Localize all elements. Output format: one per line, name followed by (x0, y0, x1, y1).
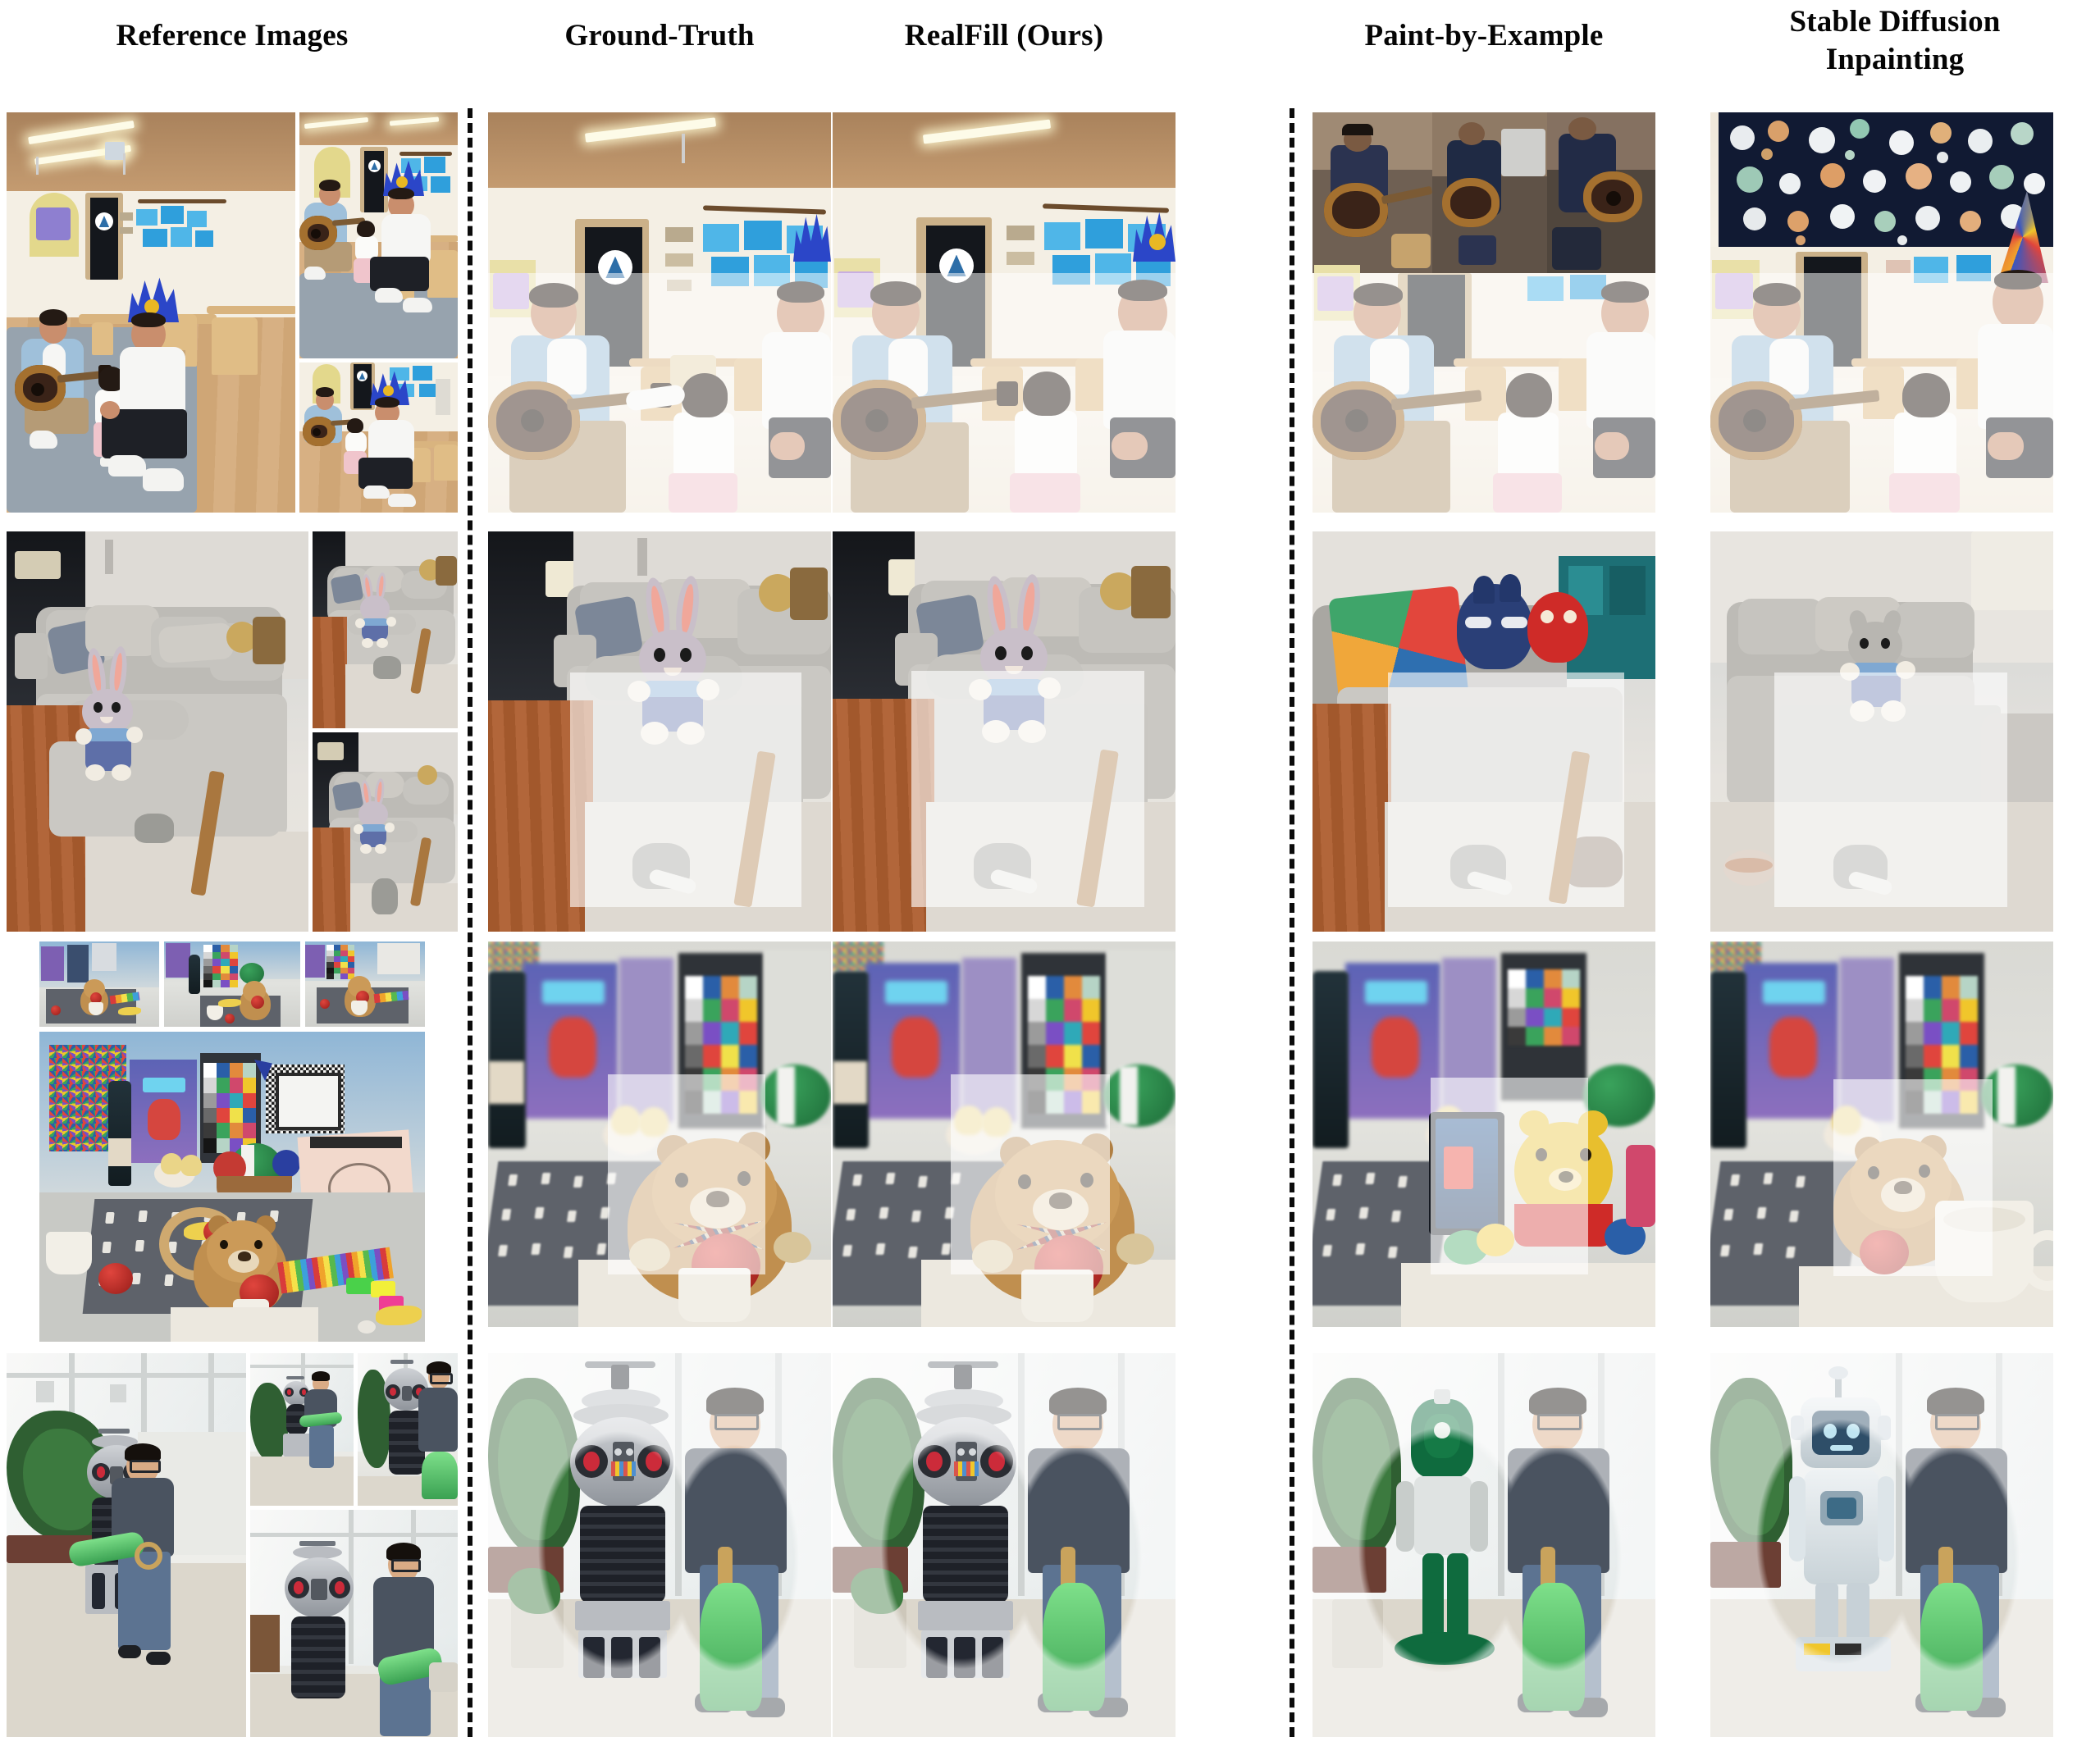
column-header-ground-truth: Ground-Truth (488, 18, 831, 54)
artifact-lamp (1971, 531, 2053, 610)
result-photo (488, 112, 831, 513)
header-label-reference-images: Reference Images (116, 19, 349, 52)
cell-row2-realfill (833, 531, 1176, 932)
reference-photo-large (7, 531, 308, 932)
cell-row1-paint-by-example (1312, 112, 1655, 513)
cell-row3-paint-by-example (1312, 941, 1655, 1342)
cell-row1-reference-images (7, 112, 458, 513)
column-header-realfill: RealFill (Ours) (833, 18, 1176, 54)
reference-photo-small-3 (305, 941, 425, 1027)
reference-photo-small-bottom (299, 362, 458, 513)
artifact-hallucinated-wall (1719, 112, 2053, 247)
reference-photo-small-3 (250, 1510, 458, 1737)
result-photo (1710, 1353, 2053, 1737)
cell-row4-ground-truth (488, 1353, 831, 1737)
reference-photo-small-1 (39, 941, 159, 1027)
result-photo (488, 531, 831, 932)
cell-row2-ground-truth (488, 531, 831, 932)
artifact-pasted-crop (1547, 112, 1655, 273)
reference-photo-large (39, 1032, 425, 1342)
result-photo (1710, 112, 2053, 513)
reference-photo-small-bottom (313, 732, 458, 932)
reference-photo-large (7, 1353, 246, 1737)
green-umbrella (700, 1583, 762, 1711)
green-umbrella (1522, 1583, 1585, 1711)
result-photo (833, 941, 1176, 1327)
figure-root: Reference Images Ground-Truth RealFill (… (0, 0, 2100, 1737)
cell-row1-realfill (833, 112, 1176, 513)
cell-row1-ground-truth (488, 112, 831, 513)
reference-photo-small-top (313, 531, 458, 728)
cell-row1-stable-diffusion-inpainting (1710, 112, 2053, 513)
divider-before-baselines (1290, 108, 1294, 1737)
cell-row2-reference-images (7, 531, 458, 932)
result-photo (833, 112, 1176, 513)
artifact-red-plush (1527, 592, 1588, 663)
cell-row4-reference-images (7, 1353, 458, 1737)
result-photo (1710, 531, 2053, 932)
cell-row2-stable-diffusion-inpainting (1710, 531, 2053, 932)
cell-row4-realfill (833, 1353, 1176, 1737)
column-header-row: Reference Images Ground-Truth RealFill (… (0, 0, 2100, 112)
header-label-realfill: RealFill (Ours) (904, 19, 1104, 52)
result-photo (1710, 941, 2053, 1327)
reference-photo-large (7, 112, 295, 513)
artifact-pasted-crop (1312, 112, 1432, 273)
header-label-sd-line2: Inpainting (1825, 43, 1965, 76)
header-label-ground-truth: Ground-Truth (564, 19, 755, 52)
cell-row3-stable-diffusion-inpainting (1710, 941, 2053, 1342)
header-label-sd-line1: Stable Diffusion (1789, 5, 2001, 39)
header-label-paint-by-example: Paint-by-Example (1364, 19, 1604, 52)
artifact-pasted-crop (1432, 112, 1547, 273)
result-photo (1312, 531, 1655, 932)
result-photo (1312, 112, 1655, 513)
green-umbrella (1043, 1583, 1105, 1711)
green-umbrella (1920, 1583, 1983, 1711)
result-photo (1312, 1353, 1655, 1737)
column-header-stable-diffusion-inpainting: Stable Diffusion Inpainting (1702, 3, 2088, 79)
reference-photo-small-1 (250, 1353, 354, 1506)
reference-photo-small-top (299, 112, 458, 358)
column-header-reference-images: Reference Images (7, 18, 458, 54)
reference-photo-small-2 (358, 1353, 458, 1506)
cell-row4-stable-diffusion-inpainting (1710, 1353, 2053, 1737)
reference-photo-small-2 (164, 941, 300, 1027)
cell-row3-realfill (833, 941, 1176, 1342)
cell-row3-reference-images (7, 941, 458, 1342)
result-photo (488, 1353, 831, 1737)
cell-row4-paint-by-example (1312, 1353, 1655, 1737)
cell-row3-ground-truth (488, 941, 831, 1342)
divider-after-reference-column (468, 108, 472, 1737)
result-photo (833, 531, 1176, 932)
result-photo (1312, 941, 1655, 1327)
cell-row2-paint-by-example (1312, 531, 1655, 932)
result-photo (488, 941, 831, 1327)
artifact-cartoon-robot-body (1804, 1470, 1879, 1584)
column-header-paint-by-example: Paint-by-Example (1312, 18, 1655, 54)
result-photo (833, 1353, 1176, 1737)
